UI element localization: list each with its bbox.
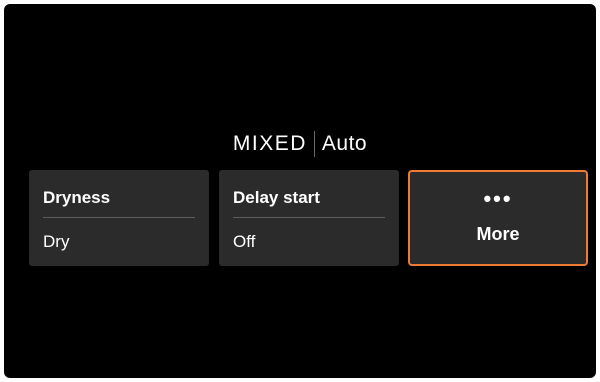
header-divider (313, 131, 315, 157)
tile-divider (43, 217, 195, 218)
dryness-setting-tile[interactable]: Dryness Dry (29, 170, 209, 266)
dryness-value: Dry (43, 232, 70, 251)
delay-start-value: Off (233, 232, 256, 251)
program-mode: Auto (321, 132, 368, 155)
more-button[interactable]: ••• More (408, 170, 588, 266)
dryer-control-screen: MIXED Auto Dryness Dry Delay start Off •… (4, 4, 596, 378)
program-header: MIXED Auto (4, 131, 596, 157)
program-name: MIXED (232, 132, 307, 155)
delay-start-label: Delay start (233, 188, 320, 207)
dryness-label: Dryness (43, 188, 111, 207)
tile-divider (233, 217, 385, 218)
more-label: More (476, 224, 520, 244)
ellipsis-icon: ••• (483, 186, 513, 211)
delay-start-setting-tile[interactable]: Delay start Off (219, 170, 399, 266)
